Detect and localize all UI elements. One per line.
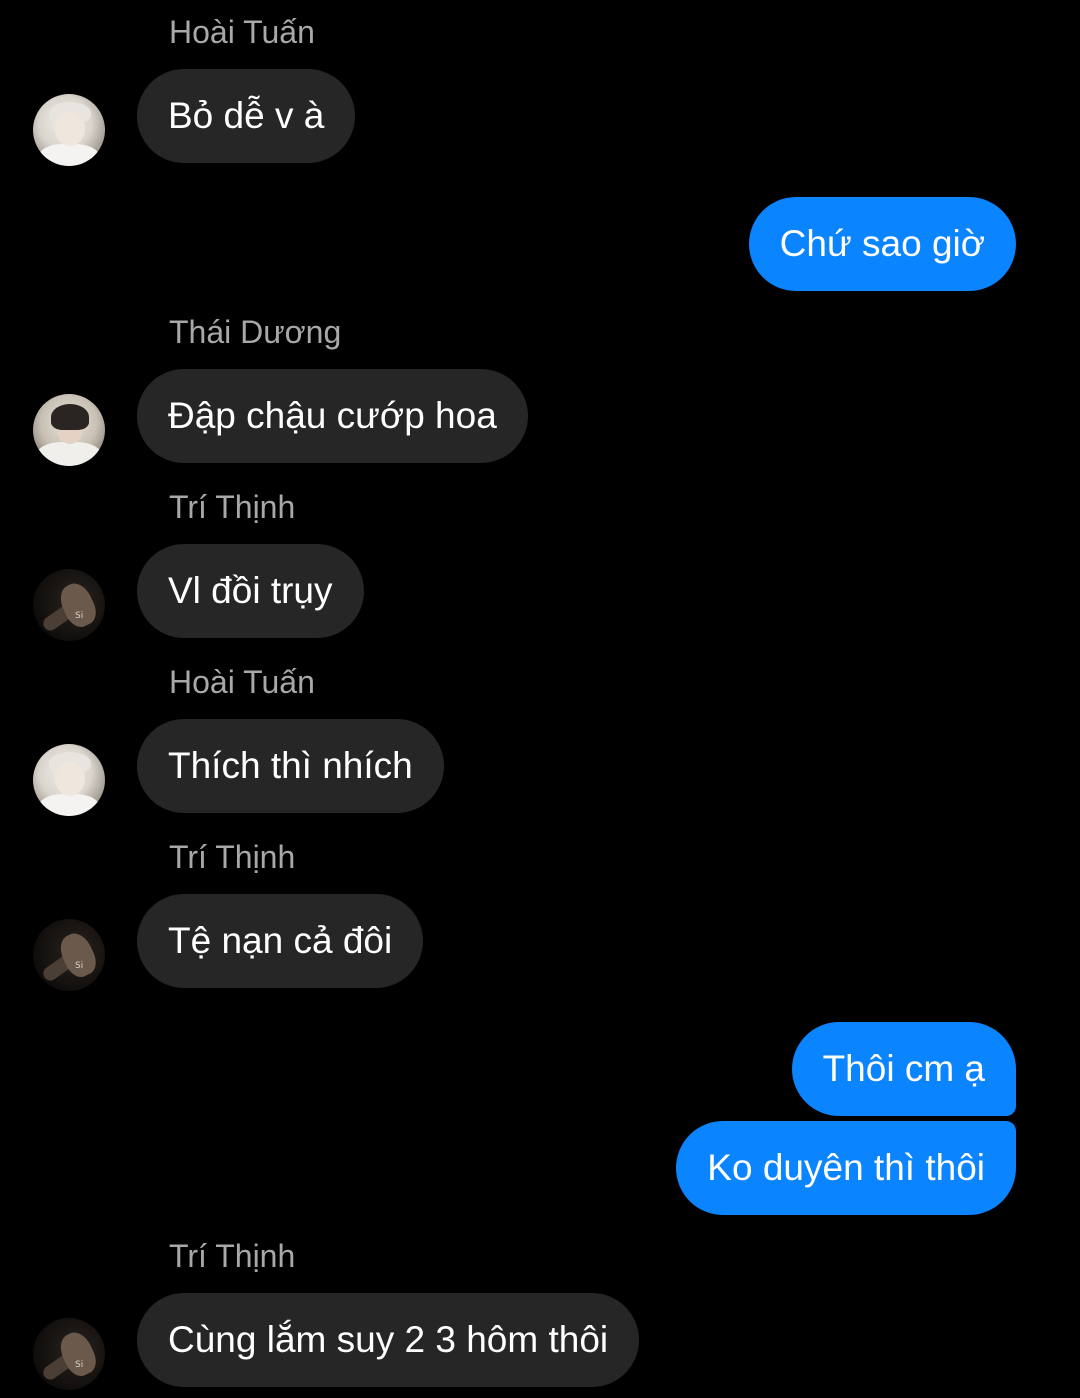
message-bubble-incoming[interactable]: Bỏ dễ v à <box>137 69 356 163</box>
sender-name: Trí Thịnh <box>169 839 296 875</box>
avatar-tri-thinh[interactable]: Si <box>33 919 105 991</box>
avatar-thai-duong[interactable] <box>33 394 105 466</box>
sender-name: Hoài Tuấn <box>169 14 315 50</box>
avatar-hoai-tuan[interactable] <box>33 744 105 816</box>
message-bubble-outgoing[interactable]: Ko duyên thì thôi <box>676 1121 1016 1215</box>
sender-name: Trí Thịnh <box>169 1238 296 1274</box>
avatar-tri-thinh[interactable]: Si <box>33 1318 105 1390</box>
message-bubble-outgoing[interactable]: Thôi cm ạ <box>791 1022 1016 1116</box>
sender-name: Trí Thịnh <box>169 489 296 525</box>
message-bubble-outgoing[interactable]: Chứ sao giờ <box>748 197 1016 291</box>
chat-thread[interactable]: Hoài Tuấn Bỏ dễ v à Chứ sao giờ Thái Dươ… <box>0 0 1080 1398</box>
sender-name: Hoài Tuấn <box>169 664 315 700</box>
message-bubble-incoming[interactable]: Cùng lắm suy 2 3 hôm thôi <box>137 1293 640 1387</box>
avatar-tri-thinh[interactable]: Si <box>33 569 105 641</box>
message-bubble-incoming[interactable]: Đập chậu cướp hoa <box>137 369 528 463</box>
avatar-hoai-tuan[interactable] <box>33 94 105 166</box>
sender-name: Thái Dương <box>169 314 342 350</box>
message-bubble-incoming[interactable]: Tệ nạn cả đôi <box>137 894 424 988</box>
message-bubble-incoming[interactable]: Vl đồi trụy <box>137 544 364 638</box>
message-bubble-incoming[interactable]: Thích thì nhích <box>137 719 444 813</box>
